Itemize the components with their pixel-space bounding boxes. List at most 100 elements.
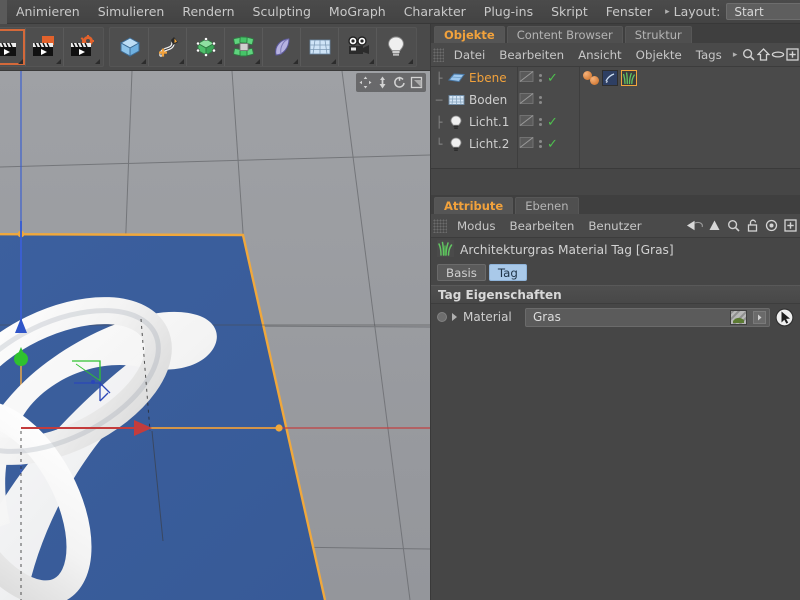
enabled-check-icon[interactable]: ✓: [547, 72, 558, 85]
home-icon[interactable]: [756, 44, 771, 66]
om-menu-objekte[interactable]: Objekte: [629, 43, 689, 67]
toolbar-group-render: [0, 27, 104, 67]
visibility-dots[interactable]: [539, 117, 542, 128]
panel-grip-icon[interactable]: [433, 47, 444, 62]
target-icon[interactable]: [762, 215, 781, 237]
menu-item-plug-ins[interactable]: Plug-ins: [475, 0, 542, 24]
grass-tag-icon[interactable]: [621, 70, 637, 86]
toggle-layout-icon[interactable]: [408, 74, 425, 91]
perspective-viewport[interactable]: [0, 71, 430, 600]
light-object-icon: [447, 136, 465, 152]
pan-view-icon[interactable]: [357, 74, 374, 91]
object-name: Licht.1: [469, 115, 510, 129]
back-arrow-icon[interactable]: [686, 215, 705, 237]
attribute-object-title-row: Architekturgras Material Tag [Gras]: [431, 238, 800, 261]
add-deformer-button[interactable]: [263, 28, 301, 66]
property-animation-dot[interactable]: [437, 312, 447, 322]
subtab-tag[interactable]: Tag: [488, 264, 527, 281]
am-menu-benutzer[interactable]: Benutzer: [581, 214, 648, 238]
add-generator-button[interactable]: [187, 28, 225, 66]
lock-icon[interactable]: [743, 215, 762, 237]
am-menu-modus[interactable]: Modus: [450, 214, 503, 238]
enabled-check-icon[interactable]: ✓: [547, 138, 558, 151]
om-menu-tags[interactable]: Tags: [689, 43, 729, 67]
menu-item-skript[interactable]: Skript: [542, 0, 597, 24]
menu-item-animieren[interactable]: Animieren: [7, 0, 89, 24]
add-mograph-button[interactable]: [225, 28, 263, 66]
tab-struktur[interactable]: Struktur: [624, 26, 692, 43]
spline-pen-icon: [158, 37, 178, 57]
layout-select-value: Start: [734, 4, 764, 19]
selection-tag-icon[interactable]: [602, 70, 618, 86]
material-dot-icon[interactable]: [590, 76, 599, 85]
chevron-right-icon[interactable]: [753, 310, 766, 324]
clapperboard-gear-icon: [71, 35, 94, 56]
menu-item-charakter[interactable]: Charakter: [395, 0, 475, 24]
submenu-corner-icon: [408, 59, 413, 64]
object-manager-tabstrip: Objekte Content Browser Struktur: [431, 24, 800, 43]
om-menu-bearbeiten[interactable]: Bearbeiten: [492, 43, 571, 67]
visibility-toggle-button[interactable]: [519, 70, 534, 86]
up-arrow-icon[interactable]: [705, 215, 724, 237]
tab-objekte[interactable]: Objekte: [434, 26, 505, 43]
visibility-toggle-button[interactable]: [519, 136, 534, 152]
add-spline-button[interactable]: [149, 28, 187, 66]
section-header-tag-properties: Tag Eigenschaften: [431, 285, 800, 304]
tab-attribute[interactable]: Attribute: [434, 197, 514, 214]
property-row-material: Material Gras: [431, 304, 800, 328]
menu-item-mograph[interactable]: MoGraph: [320, 0, 395, 24]
visibility-toggle-button[interactable]: [519, 114, 534, 130]
toolbar-group-create: [109, 27, 417, 67]
zoom-view-icon[interactable]: [374, 74, 391, 91]
add-panel-icon[interactable]: [781, 215, 800, 237]
layout-select[interactable]: Start: [726, 3, 800, 20]
add-light-button[interactable]: [377, 28, 415, 66]
ellipse-icon[interactable]: [771, 44, 786, 66]
cinema4d-window: gAnimierenSimulierenRendernSculptingMoGr…: [0, 0, 800, 600]
object-row-ebene[interactable]: ├ Ebene ✓: [431, 67, 800, 89]
visibility-dots[interactable]: [539, 139, 542, 150]
grass-material-swatch[interactable]: [728, 305, 749, 326]
object-row-boden[interactable]: ─ Boden: [431, 89, 800, 111]
viewport-nav-icons: [356, 73, 426, 92]
add-camera-button[interactable]: [339, 28, 377, 66]
add-environment-button[interactable]: [301, 28, 339, 66]
render-region-button[interactable]: [26, 28, 64, 66]
menu-item-sculpting[interactable]: Sculpting: [244, 0, 320, 24]
enabled-check-icon[interactable]: ✓: [547, 116, 558, 129]
tab-ebenen[interactable]: Ebenen: [515, 197, 579, 214]
menu-item-simulieren[interactable]: Simulieren: [89, 0, 174, 24]
layout-expand-arrow[interactable]: ▸: [661, 7, 674, 17]
menu-item-fenster[interactable]: Fenster: [597, 0, 661, 24]
material-link-value: Gras: [533, 310, 561, 324]
menu-overflow-arrow[interactable]: ▸: [729, 50, 742, 60]
om-menu-ansicht[interactable]: Ansicht: [571, 43, 629, 67]
material-link-field[interactable]: Gras: [525, 305, 770, 327]
panel-grip-icon[interactable]: [433, 218, 447, 233]
menu-item-rendern[interactable]: Rendern: [173, 0, 243, 24]
object-row-licht-2[interactable]: └ Licht.2 ✓: [431, 133, 800, 155]
search-icon[interactable]: [724, 215, 743, 237]
render-view-button[interactable]: [0, 28, 26, 66]
visibility-dots[interactable]: [539, 73, 542, 84]
lightbulb-icon: [388, 36, 404, 56]
property-label-material: Material: [463, 310, 512, 324]
search-icon[interactable]: [741, 44, 756, 66]
visibility-dots[interactable]: [539, 95, 542, 106]
visibility-toggle-button[interactable]: [519, 92, 534, 108]
tab-content-browser[interactable]: Content Browser: [506, 26, 623, 43]
chevron-right-icon[interactable]: [452, 313, 457, 321]
eyedropper-arrow-icon[interactable]: [774, 307, 794, 327]
menu-item-g[interactable]: g: [0, 0, 7, 24]
rotate-view-icon[interactable]: [391, 74, 408, 91]
add-cube-button[interactable]: [111, 28, 149, 66]
object-row-licht-1[interactable]: ├ Licht.1 ✓: [431, 111, 800, 133]
object-tree[interactable]: ├ Ebene ✓ ─ Boden ├ Licht.1 ✓ └ Licht.2 ✓: [431, 67, 800, 169]
layout-label: Layout:: [673, 4, 721, 19]
om-menu-datei[interactable]: Datei: [447, 43, 492, 67]
add-panel-icon[interactable]: [785, 44, 800, 66]
subtab-basis[interactable]: Basis: [437, 264, 486, 281]
render-settings-button[interactable]: [64, 28, 102, 66]
submenu-corner-icon: [95, 59, 100, 64]
am-menu-bearbeiten[interactable]: Bearbeiten: [503, 214, 582, 238]
